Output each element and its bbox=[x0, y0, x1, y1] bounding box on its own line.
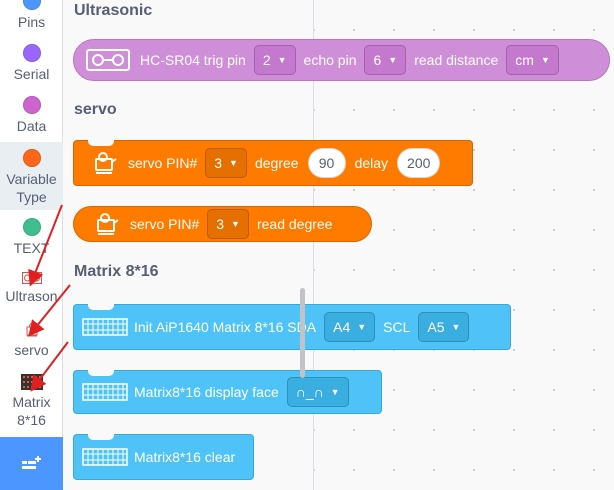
category-variable-type[interactable]: Variable Type bbox=[0, 142, 63, 210]
section-title-matrix: Matrix 8*16 bbox=[74, 263, 159, 280]
servo-icon bbox=[94, 211, 120, 237]
led-matrix-icon bbox=[20, 374, 43, 390]
category-label: Pins bbox=[17, 14, 46, 30]
dropdown-value: A5 bbox=[427, 319, 445, 335]
block-label: servo PIN# bbox=[130, 216, 200, 232]
category-label: TEXT bbox=[13, 240, 50, 256]
category-label-line2: 8*16 bbox=[17, 412, 46, 428]
dropdown-arrow-icon: ▼ bbox=[540, 55, 550, 65]
servo-pin-dropdown[interactable]: 3 ▼ bbox=[205, 148, 247, 178]
block-label: echo pin bbox=[303, 52, 357, 68]
category-serial[interactable]: Serial bbox=[0, 44, 63, 83]
category-sidebar: Pins Serial Data Variable Type TEXT Ultr… bbox=[0, 0, 63, 490]
led-matrix-icon bbox=[82, 383, 128, 401]
block-label: read distance bbox=[414, 52, 499, 68]
category-servo[interactable]: servo bbox=[0, 322, 63, 359]
dropdown-arrow-icon: ▼ bbox=[277, 55, 287, 65]
block-label: servo PIN# bbox=[128, 155, 198, 171]
servo-read-block[interactable]: servo PIN# 3 ▼ read degree bbox=[73, 206, 372, 242]
dropdown-value: 6 bbox=[373, 52, 382, 68]
block-label: SCL bbox=[383, 319, 411, 335]
dropdown-arrow-icon: ▼ bbox=[388, 55, 398, 65]
block-label: delay bbox=[354, 155, 389, 171]
servo-pin-dropdown[interactable]: 3 ▼ bbox=[207, 209, 249, 239]
category-pins[interactable]: Pins bbox=[0, 0, 63, 31]
dropdown-arrow-icon: ▼ bbox=[330, 387, 340, 397]
dropdown-value: ∩_∩ bbox=[295, 384, 324, 400]
dropdown-arrow-icon: ▼ bbox=[357, 322, 367, 332]
category-label-line2: Type bbox=[16, 189, 47, 205]
servo-icon bbox=[92, 150, 118, 176]
pins-color-dot bbox=[22, 0, 41, 10]
block-label: HC-SR04 trig pin bbox=[140, 52, 246, 68]
section-title-servo: servo bbox=[74, 101, 117, 118]
sda-pin-dropdown[interactable]: A4 ▼ bbox=[324, 312, 376, 342]
dropdown-value: 3 bbox=[216, 216, 225, 232]
matrix-display-face-block[interactable]: Matrix8*16 display face ∩_∩ ▼ bbox=[73, 370, 382, 414]
ultrasonic-read-block[interactable]: HC-SR04 trig pin 2 ▼ echo pin 6 ▼ read dis… bbox=[73, 39, 610, 81]
data-color-dot bbox=[22, 96, 41, 114]
category-ultrasonic[interactable]: Ultrason bbox=[0, 272, 63, 305]
matrix-init-block[interactable]: Init AiP1640 Matrix 8*16 SDA A4 ▼ SCL A5 ▼ bbox=[73, 304, 511, 350]
serial-color-dot bbox=[22, 44, 41, 62]
block-label: read degree bbox=[256, 216, 333, 232]
variable-color-dot bbox=[22, 149, 41, 167]
dropdown-value: cm bbox=[515, 52, 534, 68]
block-label: Init AiP1640 Matrix 8*16 SDA bbox=[134, 319, 317, 335]
add-extension-button[interactable] bbox=[0, 437, 63, 490]
add-extension-icon bbox=[21, 455, 41, 469]
ultrasonic-sensor-icon bbox=[86, 49, 130, 71]
led-matrix-icon bbox=[82, 318, 128, 336]
trig-pin-dropdown[interactable]: 2 ▼ bbox=[253, 45, 296, 75]
delay-input[interactable]: 200 bbox=[397, 148, 441, 178]
dropdown-arrow-icon: ▼ bbox=[229, 158, 238, 168]
matrix-clear-block[interactable]: Matrix8*16 clear bbox=[73, 434, 254, 480]
dropdown-arrow-icon: ▼ bbox=[231, 219, 240, 229]
dropdown-value: 3 bbox=[214, 155, 223, 171]
unit-dropdown[interactable]: cm ▼ bbox=[506, 45, 559, 75]
text-color-dot bbox=[22, 218, 41, 236]
category-label: Variable bbox=[6, 171, 57, 187]
echo-pin-dropdown[interactable]: 6 ▼ bbox=[364, 45, 407, 75]
category-label: Ultrason bbox=[5, 288, 58, 304]
dropdown-arrow-icon: ▼ bbox=[451, 322, 461, 332]
palette-scrollbar[interactable] bbox=[300, 288, 305, 378]
degree-input[interactable]: 90 bbox=[307, 148, 346, 178]
ultrasonic-sensor-icon bbox=[21, 272, 42, 284]
block-label: Matrix8*16 clear bbox=[134, 449, 236, 465]
section-title-ultrasonic: Ultrasonic bbox=[74, 2, 153, 19]
category-matrix[interactable]: Matrix 8*16 bbox=[0, 374, 63, 429]
category-label: Matrix bbox=[12, 394, 51, 410]
category-label: servo bbox=[14, 342, 49, 358]
dropdown-value: A4 bbox=[333, 319, 351, 335]
category-text[interactable]: TEXT bbox=[0, 218, 63, 257]
category-data[interactable]: Data bbox=[0, 96, 63, 135]
scl-pin-dropdown[interactable]: A5 ▼ bbox=[418, 312, 470, 342]
category-label: Serial bbox=[13, 66, 50, 82]
category-label: Data bbox=[16, 118, 47, 134]
servo-write-block[interactable]: servo PIN# 3 ▼ degree 90 delay 200 bbox=[73, 140, 473, 186]
dropdown-value: 2 bbox=[262, 52, 271, 68]
face-dropdown[interactable]: ∩_∩ ▼ bbox=[286, 377, 349, 407]
block-label: degree bbox=[254, 155, 299, 171]
block-label: Matrix8*16 display face bbox=[134, 384, 279, 400]
servo-icon bbox=[26, 323, 37, 337]
led-matrix-icon bbox=[82, 448, 128, 466]
